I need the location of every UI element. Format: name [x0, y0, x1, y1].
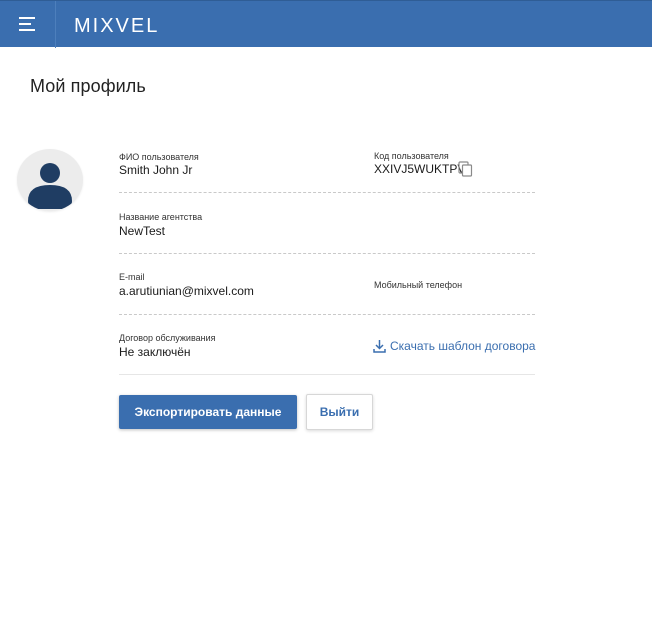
full-name-value: Smith John Jr	[119, 163, 193, 177]
avatar	[17, 149, 83, 211]
export-data-button[interactable]: Экспортировать данные	[119, 395, 297, 429]
email-label: E-mail	[119, 272, 145, 282]
contract-label: Договор обслуживания	[119, 333, 216, 343]
hamburger-menu-icon	[19, 17, 35, 31]
download-template-label: Скачать шаблон договора	[390, 339, 536, 353]
divider	[119, 314, 535, 315]
user-code-label: Код пользователя	[374, 151, 449, 161]
download-template-link[interactable]: Скачать шаблон договора	[373, 338, 535, 354]
page-title: Мой профиль	[30, 76, 146, 96]
user-code-value: XXIVJ5WUKTPV	[374, 162, 466, 176]
menu-button[interactable]	[0, 1, 56, 48]
logo-text: MIXVEL	[74, 15, 159, 36]
top-bar: MIXVEL	[0, 0, 652, 48]
mobile-label: Мобильный телефон	[374, 280, 463, 290]
agency-value: NewTest	[119, 224, 166, 238]
divider	[119, 253, 535, 254]
divider	[119, 192, 535, 193]
copy-icon[interactable]	[458, 161, 473, 177]
agency-label: Название агентства	[119, 212, 203, 222]
contract-value: Не заключён	[119, 345, 191, 359]
full-name-label: ФИО пользователя	[119, 152, 199, 162]
download-icon	[373, 340, 386, 353]
mixvel-logo[interactable]: MIXVEL	[74, 14, 184, 36]
email-value: a.arutiunian@mixvel.com	[119, 284, 254, 298]
divider	[119, 374, 535, 375]
user-avatar-icon	[28, 163, 72, 209]
logout-button[interactable]: Выйти	[306, 394, 373, 430]
